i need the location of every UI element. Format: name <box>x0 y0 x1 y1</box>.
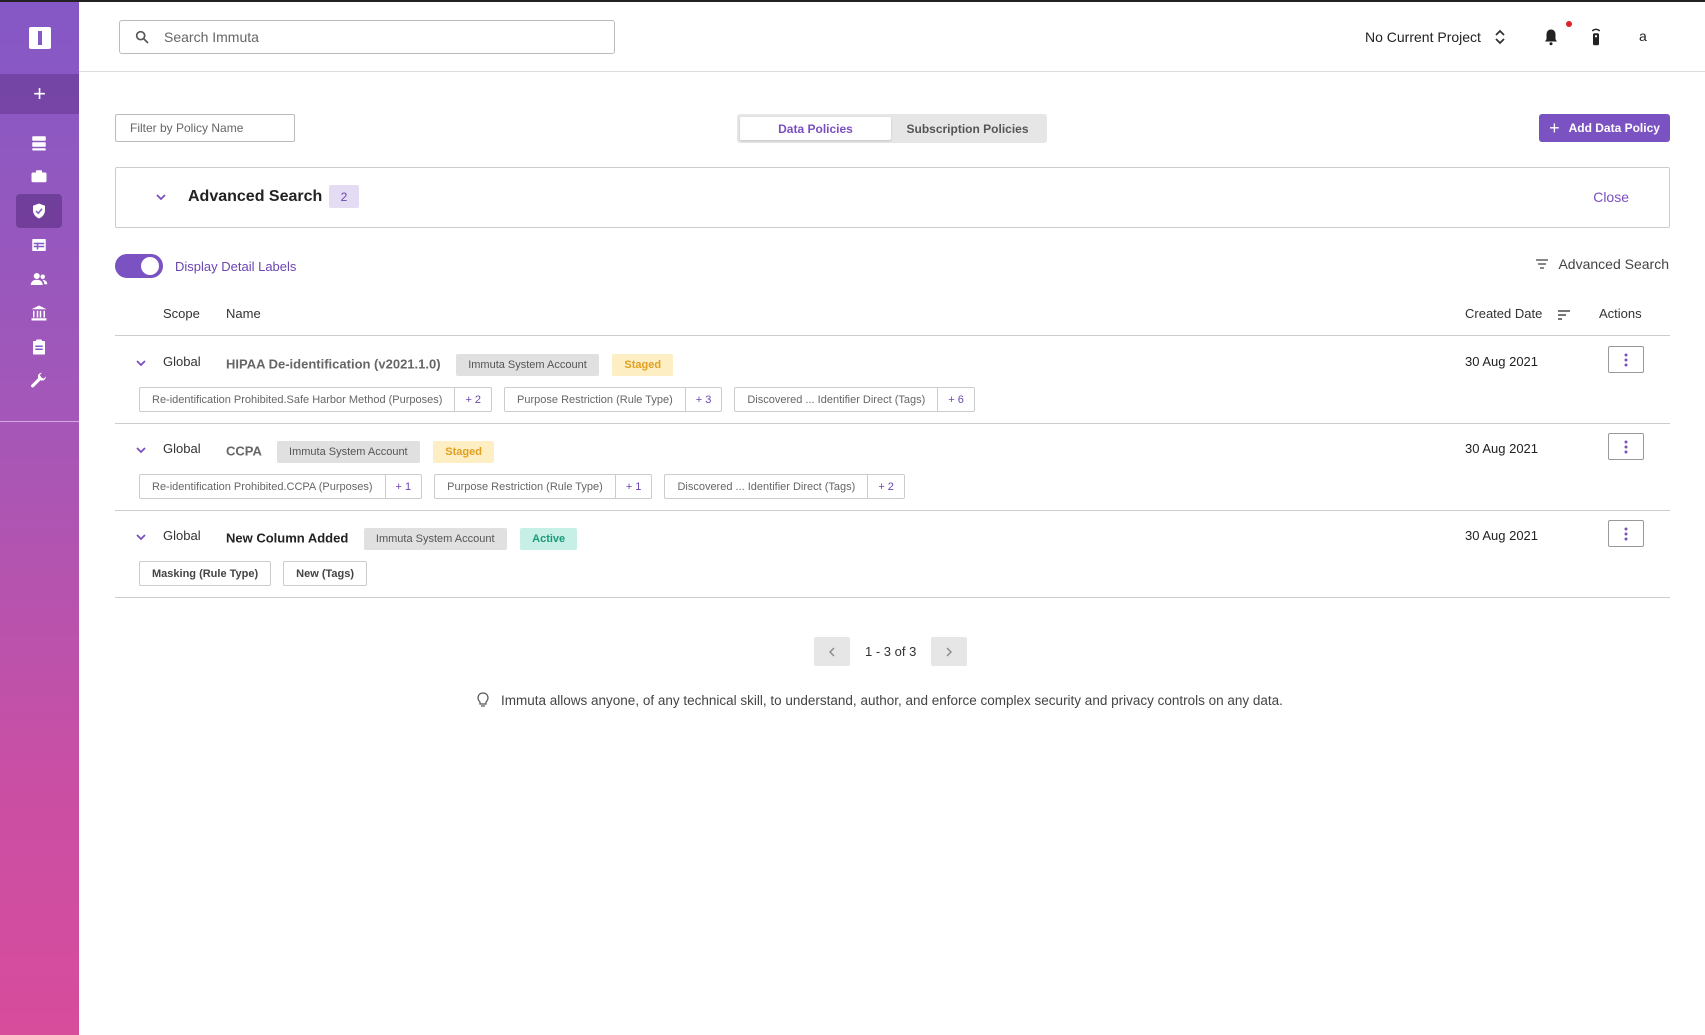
table-row: Global HIPAA De-identification (v2021.1.… <box>115 337 1670 424</box>
detail-label[interactable]: Purpose Restriction (Rule Type) + 3 <box>504 387 723 412</box>
row-created-date: 30 Aug 2021 <box>1465 441 1539 456</box>
main-content: Data Policies Subscription Policies + Ad… <box>79 72 1705 1035</box>
row-name[interactable]: CCPA Immuta System Account Staged <box>226 441 494 463</box>
plus-icon: + <box>1549 118 1560 138</box>
sidebar: + <box>0 2 79 1035</box>
actions-header: Actions <box>1599 306 1642 321</box>
filter-icon <box>1536 259 1549 269</box>
row-name[interactable]: HIPAA De-identification (v2021.1.0) Immu… <box>226 354 674 376</box>
tip-message: Immuta allows anyone, of any technical s… <box>475 692 1283 708</box>
detail-label[interactable]: Discovered ... Identifier Direct (Tags) +… <box>664 474 905 499</box>
more-vertical-icon <box>1624 527 1628 540</box>
table-header: Scope Name Created Date Actions <box>115 294 1670 336</box>
governance-icon[interactable] <box>16 296 62 330</box>
detail-labels: Masking (Rule Type) New (Tags) <box>139 561 379 586</box>
top-header: No Current Project a <box>79 2 1705 72</box>
row-created-date: 30 Aug 2021 <box>1465 354 1539 369</box>
search-icon <box>135 30 149 44</box>
detail-label[interactable]: Discovered ... Identifier Direct (Tags) +… <box>734 387 975 412</box>
display-detail-labels-label: Display Detail Labels <box>175 259 297 274</box>
create-button[interactable]: + <box>0 74 79 114</box>
detail-label[interactable]: Masking (Rule Type) <box>139 561 272 586</box>
scope-header: Scope <box>163 306 200 321</box>
table-row: Global New Column Added Immuta System Ac… <box>115 511 1670 598</box>
policy-name-filter[interactable] <box>115 114 295 142</box>
notification-dot <box>1566 21 1572 27</box>
query-editor-icon[interactable] <box>16 228 62 262</box>
chevron-left-icon <box>829 647 835 656</box>
user-avatar[interactable]: a <box>1639 28 1647 44</box>
logo-icon <box>28 27 51 49</box>
immuta-logo[interactable] <box>0 2 79 74</box>
account-badge: Immuta System Account <box>277 441 420 463</box>
audit-icon[interactable] <box>16 330 62 364</box>
remote-icon[interactable] <box>1587 28 1605 46</box>
add-data-policy-button[interactable]: + Add Data Policy <box>1539 114 1670 142</box>
chevron-down-icon[interactable] <box>134 356 148 370</box>
settings-wrench-icon[interactable] <box>16 364 62 398</box>
display-detail-labels-toggle[interactable] <box>115 254 163 278</box>
advanced-search-title: Advanced Search <box>188 188 323 205</box>
advanced-search-count-badge: 2 <box>329 185 359 208</box>
row-scope: Global <box>163 354 201 369</box>
next-page-button[interactable] <box>931 637 968 666</box>
table-row: Global CCPA Immuta System Account Staged… <box>115 424 1670 511</box>
account-badge: Immuta System Account <box>456 354 599 376</box>
detail-label[interactable]: Purpose Restriction (Rule Type) + 1 <box>434 474 653 499</box>
global-search[interactable] <box>119 20 615 54</box>
detail-label[interactable]: New (Tags) <box>283 561 368 586</box>
detail-labels: Re-identification Prohibited.Safe Harbor… <box>139 387 987 412</box>
status-badge: Staged <box>433 441 494 463</box>
people-icon[interactable] <box>16 262 62 296</box>
projects-icon[interactable] <box>16 160 62 194</box>
chevron-right-icon <box>946 647 953 656</box>
tab-data-policies[interactable]: Data Policies <box>740 117 891 140</box>
policies-icon[interactable] <box>16 194 62 228</box>
status-badge: Staged <box>612 354 674 376</box>
chevron-down-icon[interactable] <box>134 443 148 457</box>
row-scope: Global <box>163 528 201 543</box>
sidebar-divider <box>0 421 79 422</box>
row-created-date: 30 Aug 2021 <box>1465 528 1539 543</box>
more-vertical-icon <box>1624 440 1628 453</box>
policy-tabs: Data Policies Subscription Policies <box>737 114 1047 143</box>
row-actions-button[interactable] <box>1608 346 1644 373</box>
chevron-down-icon[interactable] <box>134 530 148 544</box>
row-actions-button[interactable] <box>1608 520 1644 547</box>
lightbulb-icon <box>477 692 489 707</box>
up-down-chevron-icon <box>1495 29 1505 45</box>
project-selector[interactable]: No Current Project <box>1365 28 1507 46</box>
data-sources-icon[interactable] <box>16 126 62 160</box>
advanced-search-panel: Advanced Search 2 Close <box>115 167 1670 228</box>
detail-labels: Re-identification Prohibited.CCPA (Purpo… <box>139 474 917 499</box>
account-badge: Immuta System Account <box>363 528 507 550</box>
row-scope: Global <box>163 441 201 456</box>
search-input[interactable] <box>164 29 584 45</box>
name-header: Name <box>226 306 261 321</box>
detail-label[interactable]: Re-identification Prohibited.Safe Harbor… <box>139 387 493 412</box>
sort-icon <box>1557 309 1570 320</box>
row-actions-button[interactable] <box>1608 433 1644 460</box>
bell-icon[interactable] <box>1542 28 1560 46</box>
previous-page-button[interactable] <box>814 637 850 666</box>
created-date-header[interactable]: Created Date <box>1465 306 1572 323</box>
detail-label[interactable]: Re-identification Prohibited.CCPA (Purpo… <box>139 474 423 499</box>
close-advanced-search-button[interactable]: Close <box>1593 189 1629 205</box>
current-project-label: No Current Project <box>1365 29 1481 45</box>
chevron-down-icon[interactable] <box>154 190 168 204</box>
more-vertical-icon <box>1624 353 1628 366</box>
pagination: 1 - 3 of 3 <box>814 637 968 666</box>
advanced-search-link[interactable]: Advanced Search <box>1534 256 1669 272</box>
row-name[interactable]: New Column Added Immuta System Account A… <box>226 528 578 550</box>
status-badge: Active <box>520 528 578 550</box>
page-range: 1 - 3 of 3 <box>865 644 917 659</box>
tab-subscription-policies[interactable]: Subscription Policies <box>891 117 1044 140</box>
